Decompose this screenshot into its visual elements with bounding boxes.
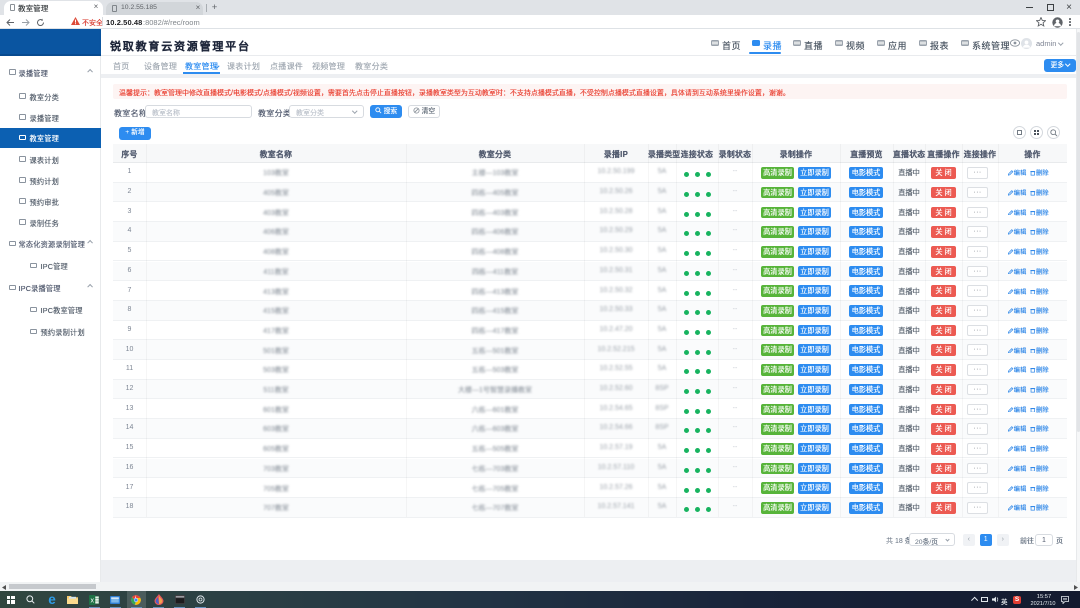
svg-text:x: x <box>90 597 94 604</box>
